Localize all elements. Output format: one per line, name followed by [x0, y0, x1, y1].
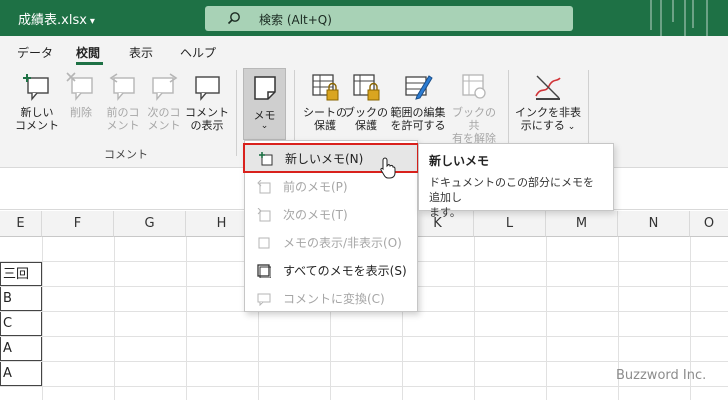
menu-item-next-memo[interactable]: 次のメモ(T) — [245, 201, 417, 229]
new-comment-button[interactable]: 新しい コメント — [14, 72, 60, 132]
previous-comment-button[interactable]: 前のコ メント — [100, 72, 146, 132]
column-header-g[interactable]: G — [114, 211, 186, 237]
unshare-workbook-button[interactable]: ブックの共 有を解除 — [448, 72, 500, 145]
protect-sheet-line2: 保護 — [314, 119, 336, 132]
column-header-f[interactable]: F — [42, 211, 114, 237]
show-comments-line1: コメント — [185, 106, 229, 119]
chevron-down-icon: ⌄ — [564, 122, 576, 132]
chevron-down-icon: ⌄ — [260, 121, 269, 131]
title-bar: 成績表.xlsx ▾ 検索 (Alt+Q) — [0, 0, 728, 36]
protect-sheet-icon — [312, 74, 339, 101]
next-comment-icon — [152, 73, 178, 101]
hide-ink-button[interactable]: インクを非表 示にする ⌄ — [515, 72, 581, 134]
previous-comment-line1: 前のコ — [106, 106, 140, 119]
column-header-e[interactable]: E — [0, 211, 42, 237]
new-comment-line1: 新しい — [20, 106, 54, 119]
hide-ink-line1: インクを非表 — [515, 106, 581, 119]
delete-comment-icon — [66, 72, 93, 101]
column-header-o[interactable]: O — [690, 211, 728, 237]
allow-edit-ranges-button[interactable]: 範囲の編集 を許可する — [388, 72, 448, 132]
ink-icon — [535, 75, 561, 100]
memo-icon — [254, 76, 276, 100]
grid-line — [0, 386, 728, 387]
cell-e-header[interactable]: 三回 — [0, 262, 42, 286]
ribbon-tabs: データ 校閲 表示 ヘルプ — [0, 36, 728, 66]
new-comment-line2: コメント — [15, 119, 59, 132]
grid-line — [0, 336, 728, 337]
tab-view[interactable]: 表示 — [129, 44, 153, 61]
cell-e-row3[interactable]: A — [0, 337, 42, 361]
protect-workbook-line1: ブックの — [344, 106, 388, 119]
new-memo-tooltip: 新しいメモ ドキュメントのこの部分にメモを追加し ます。 — [418, 143, 614, 219]
convert-to-comments-icon — [257, 293, 271, 306]
cell-e-row1[interactable]: B — [0, 287, 42, 311]
active-tab-indicator — [76, 62, 103, 65]
new-comment-icon — [23, 74, 49, 101]
next-comment-button[interactable]: 次のコ メント — [141, 72, 187, 132]
next-memo-label: 次のメモ(T) — [283, 208, 348, 222]
watermark: Buzzword Inc. — [616, 368, 707, 383]
unshare-workbook-icon — [462, 74, 486, 99]
show-comments-button[interactable]: コメント の表示 — [184, 72, 230, 132]
tab-help[interactable]: ヘルプ — [180, 44, 216, 61]
comment-group-label: コメント — [104, 148, 148, 161]
tooltip-body: ドキュメントのこの部分にメモを追加し ます。 — [429, 175, 603, 220]
previous-comment-icon — [109, 73, 135, 101]
new-memo-label: 新しいメモ(N) — [285, 152, 364, 166]
next-comment-line2: メント — [147, 119, 181, 132]
show-all-memos-label: すべてのメモを表示(S) — [283, 264, 407, 278]
delete-comment-button[interactable]: 削除 — [58, 72, 104, 119]
show-comments-icon — [195, 76, 220, 101]
cell-e-row2[interactable]: C — [0, 312, 42, 336]
ribbon-separator — [236, 70, 237, 156]
memo-button[interactable]: メモ ⌄ — [243, 68, 286, 140]
search-placeholder: 検索 (Alt+Q) — [259, 13, 332, 27]
delete-comment-label: 削除 — [70, 106, 92, 119]
tab-data[interactable]: データ — [17, 44, 53, 61]
previous-memo-icon — [257, 180, 271, 194]
convert-to-comments-label: コメントに変換(C) — [283, 292, 385, 306]
menu-item-toggle-memo[interactable]: メモの表示/非表示(O) — [245, 229, 417, 257]
grid-line — [0, 361, 728, 362]
hide-ink-line2-wrap: 示にする ⌄ — [515, 119, 581, 134]
protect-workbook-line2: 保護 — [355, 119, 377, 132]
search-icon — [227, 12, 240, 25]
column-header-n[interactable]: N — [618, 211, 690, 237]
menu-item-show-all-memos[interactable]: すべてのメモを表示(S) — [245, 257, 417, 285]
protect-workbook-button[interactable]: ブックの 保護 — [344, 72, 388, 132]
search-box[interactable]: 検索 (Alt+Q) — [205, 6, 573, 31]
next-memo-icon — [257, 208, 271, 222]
tooltip-body-line1: ドキュメントのこの部分にメモを追加し — [429, 176, 594, 204]
filename-label: 成績表.xlsx — [18, 13, 87, 28]
previous-memo-label: 前のメモ(P) — [283, 180, 348, 194]
show-comments-line2: の表示 — [190, 119, 224, 132]
unshare-workbook-line1: ブックの共 — [452, 106, 496, 132]
menu-item-convert-to-comments[interactable]: コメントに変換(C) — [245, 285, 417, 313]
allow-edit-ranges-line1: 範囲の編集 — [390, 106, 446, 119]
allow-edit-ranges-line2: を許可する — [390, 119, 446, 132]
previous-comment-line2: メント — [106, 119, 140, 132]
cell-e-row4[interactable]: A — [0, 362, 42, 386]
new-memo-icon — [259, 152, 273, 166]
tab-review[interactable]: 校閲 — [76, 44, 100, 61]
next-comment-line1: 次のコ — [147, 106, 181, 119]
show-all-memos-icon — [257, 264, 271, 278]
toggle-memo-icon — [258, 237, 270, 249]
filename-menu[interactable]: 成績表.xlsx ▾ — [18, 9, 95, 28]
protect-workbook-icon — [353, 74, 380, 101]
toggle-memo-label: メモの表示/非表示(O) — [283, 236, 402, 250]
chevron-down-icon: ▾ — [89, 16, 95, 27]
hide-ink-line2: 示にする — [520, 119, 565, 132]
tooltip-body-line2: ます。 — [429, 206, 461, 219]
protect-sheet-line1: シートの — [303, 106, 347, 119]
tooltip-title: 新しいメモ — [429, 154, 490, 168]
protect-sheet-button[interactable]: シートの 保護 — [303, 72, 347, 132]
edit-ranges-icon — [405, 75, 433, 100]
mouse-cursor-icon — [380, 157, 396, 179]
titlebar-decoration — [620, 0, 728, 36]
